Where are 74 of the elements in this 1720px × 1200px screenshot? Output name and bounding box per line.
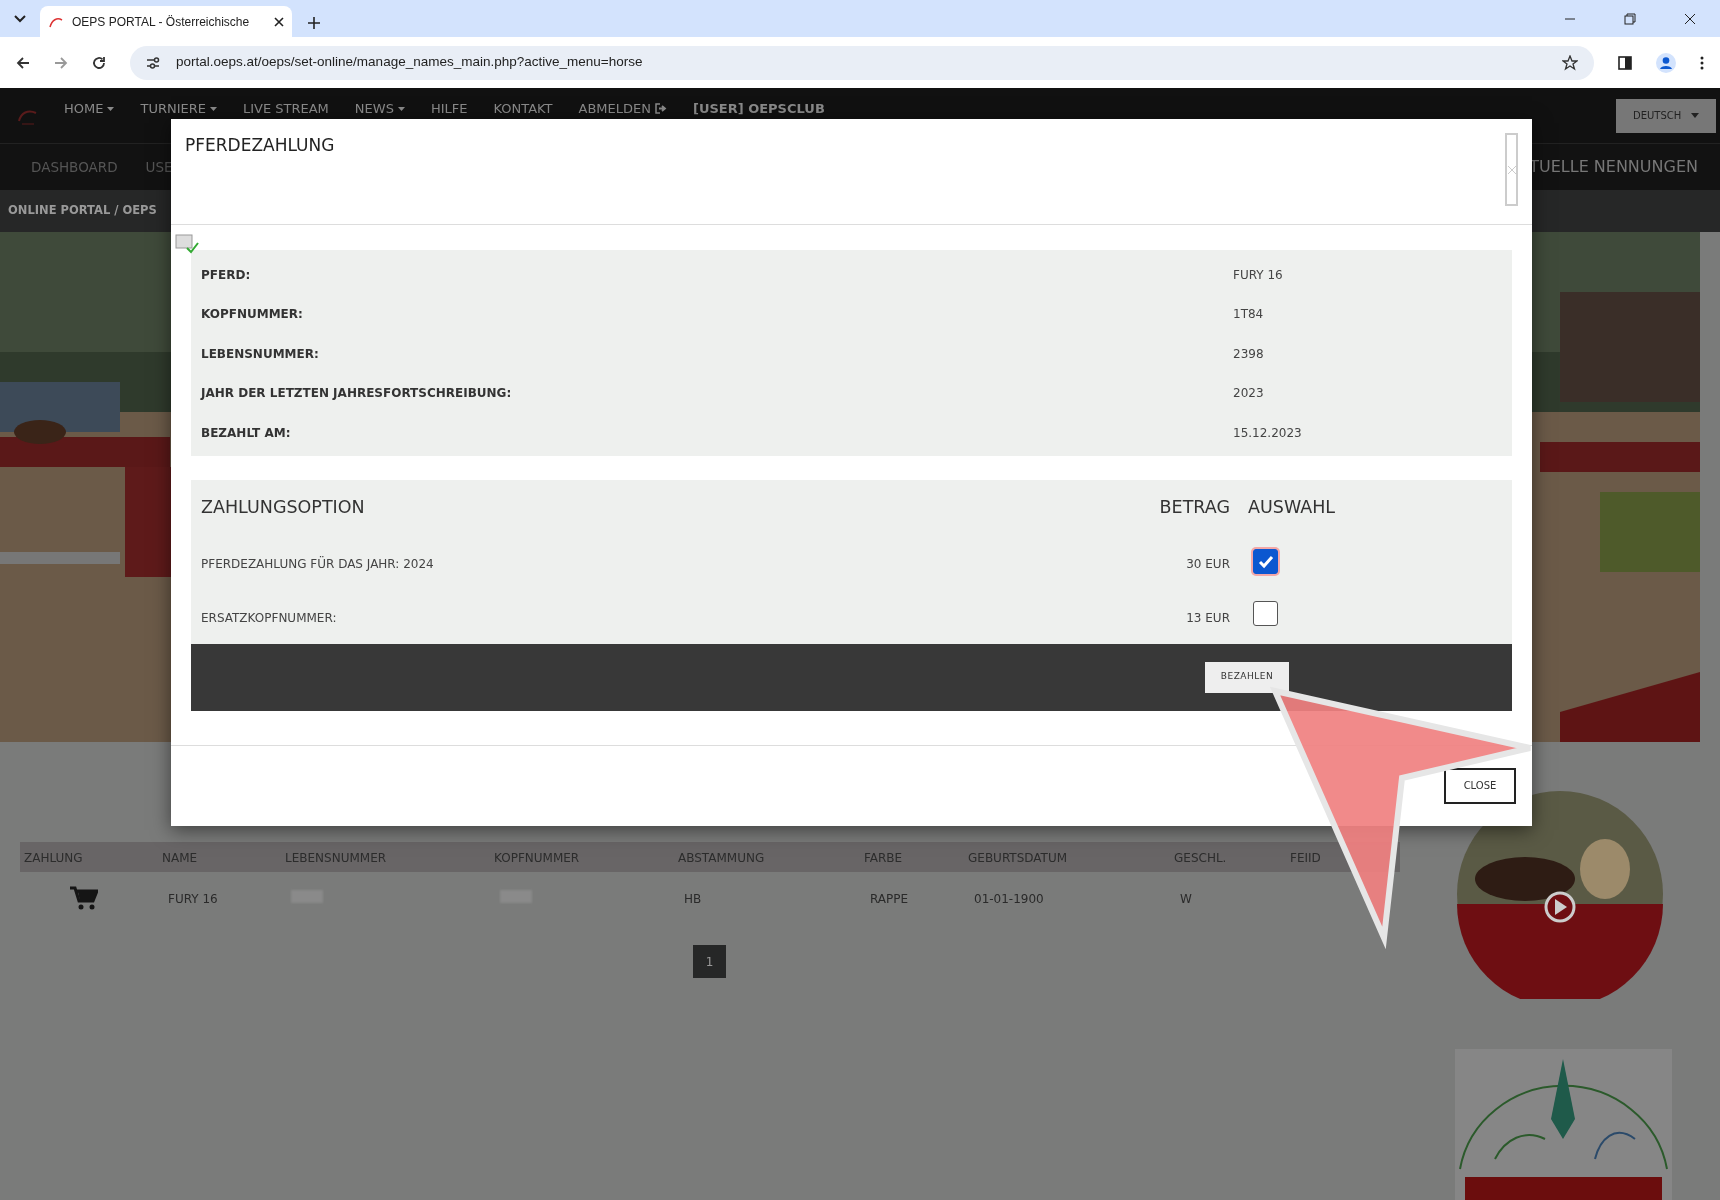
checkbox[interactable]	[1253, 549, 1278, 575]
field-label: BEZAHLT AM:	[201, 425, 291, 440]
nav-link[interactable]: TURNIERE	[140, 98, 217, 119]
address-bar[interactable]: portal.oeps.at/oeps/set-online/manage_names_main.php?active_menu=horse	[130, 45, 1594, 80]
restore-icon[interactable]	[1624, 12, 1636, 25]
field-label: PFERD:	[201, 267, 251, 282]
close-icon[interactable]	[274, 16, 284, 27]
table-cell: HB	[684, 892, 702, 906]
column-header: ZAHLUNG	[24, 851, 83, 865]
column-header: ZAHLUNGSOPTION	[201, 497, 365, 518]
nav-link[interactable]: [USER] OEPSCLUB	[692, 98, 825, 119]
shopping-cart-icon[interactable]	[70, 885, 98, 911]
site-settings-icon[interactable]	[146, 56, 160, 69]
logout-icon	[654, 103, 667, 114]
nav-link[interactable]: TUELLE NENNUNGEN	[1529, 155, 1698, 179]
nav-link[interactable]: KONTAKT	[493, 98, 553, 119]
table-cell: RAPPE	[870, 892, 909, 906]
amount-text: 30 EUR	[1186, 556, 1230, 571]
table-cell: 01-01-1900	[974, 892, 1044, 906]
close-icon	[1507, 166, 1516, 174]
field-label: KOPFNUMMER:	[201, 307, 303, 322]
nav-link[interactable]: ABMELDEN	[578, 98, 667, 119]
pay-button[interactable]: BEZAHLEN	[1205, 661, 1289, 693]
menu-icon[interactable]	[1700, 55, 1704, 70]
column-header: KOPFNUMMER	[494, 851, 580, 865]
column-header: GEBURTSDATUM	[968, 851, 1068, 865]
back-icon[interactable]	[16, 55, 30, 70]
url-text: portal.oeps.at/oeps/set-online/manage_names_main.php?active_menu=horse	[176, 53, 644, 72]
side-panel-icon[interactable]	[1618, 55, 1632, 70]
table-cell: W	[1180, 892, 1192, 906]
column-header: LEBENSNUMMER	[285, 851, 387, 865]
caret-icon	[1691, 113, 1699, 118]
field-label: JAHR DER LETZTEN JAHRESFORTSCHREIBUNG:	[201, 386, 512, 401]
profile-icon[interactable]	[1656, 52, 1676, 73]
amount-text: 13 EUR	[1186, 610, 1230, 625]
nav-link[interactable]: LIVE STREAM	[242, 98, 329, 119]
option-label: PFERDEZAHLUNG FÜR DAS JAHR: 2024	[201, 556, 434, 571]
horse-logo-icon	[48, 15, 64, 28]
table-cell: FURY 16	[168, 892, 218, 906]
dialog-title: PFERDEZAHLUNG	[185, 134, 335, 157]
column-header: ABSTAMMUNG	[678, 851, 765, 865]
column-header: FARBE	[864, 851, 903, 865]
field-label: LEBENSNUMMER:	[201, 346, 319, 361]
field-value: 15.12.2023	[1233, 425, 1302, 440]
column-header: AUSWAHL	[1248, 497, 1336, 518]
column-header: BETRAG	[1159, 497, 1230, 518]
page-button[interactable]: 1	[693, 945, 726, 978]
nav-link[interactable]: NEWS	[354, 98, 405, 119]
star-icon[interactable]	[1562, 54, 1578, 71]
tab-title: OEPS PORTAL - Österreichische	[72, 13, 251, 31]
checkmark-icon	[1257, 554, 1274, 569]
nav-link[interactable]: HOME	[64, 98, 115, 119]
breadcrumb-link[interactable]: OEPS	[122, 202, 157, 220]
close-window-icon[interactable]	[1684, 12, 1696, 25]
field-value: 2023	[1233, 386, 1264, 401]
broken-image-icon	[175, 233, 199, 254]
forward-icon[interactable]	[54, 55, 68, 70]
breadcrumb-link[interactable]: ONLINE PORTAL	[8, 202, 111, 220]
field-value: 2398	[1233, 346, 1264, 361]
option-label: ERSATZKOPFNUMMER:	[201, 610, 337, 625]
language-dropdown[interactable]: DEUTSCH	[1616, 98, 1716, 133]
chevron-down-icon	[14, 15, 26, 23]
field-value: 1T84	[1233, 307, 1264, 322]
checkbox[interactable]	[1253, 600, 1278, 626]
breadcrumb-separator: /	[114, 202, 119, 220]
close-button[interactable]: CLOSE	[1444, 767, 1516, 804]
column-header: FEIID	[1290, 851, 1321, 865]
new-tab-icon[interactable]	[308, 17, 320, 29]
browser-tab[interactable]: OEPS PORTAL - Österreichische	[40, 6, 292, 37]
column-header: NAME	[162, 851, 198, 865]
column-header: GESCHL.	[1174, 851, 1227, 865]
field-value: FURY 16	[1233, 267, 1283, 282]
nav-link[interactable]: HILFE	[430, 98, 468, 119]
reload-icon[interactable]	[92, 55, 106, 70]
